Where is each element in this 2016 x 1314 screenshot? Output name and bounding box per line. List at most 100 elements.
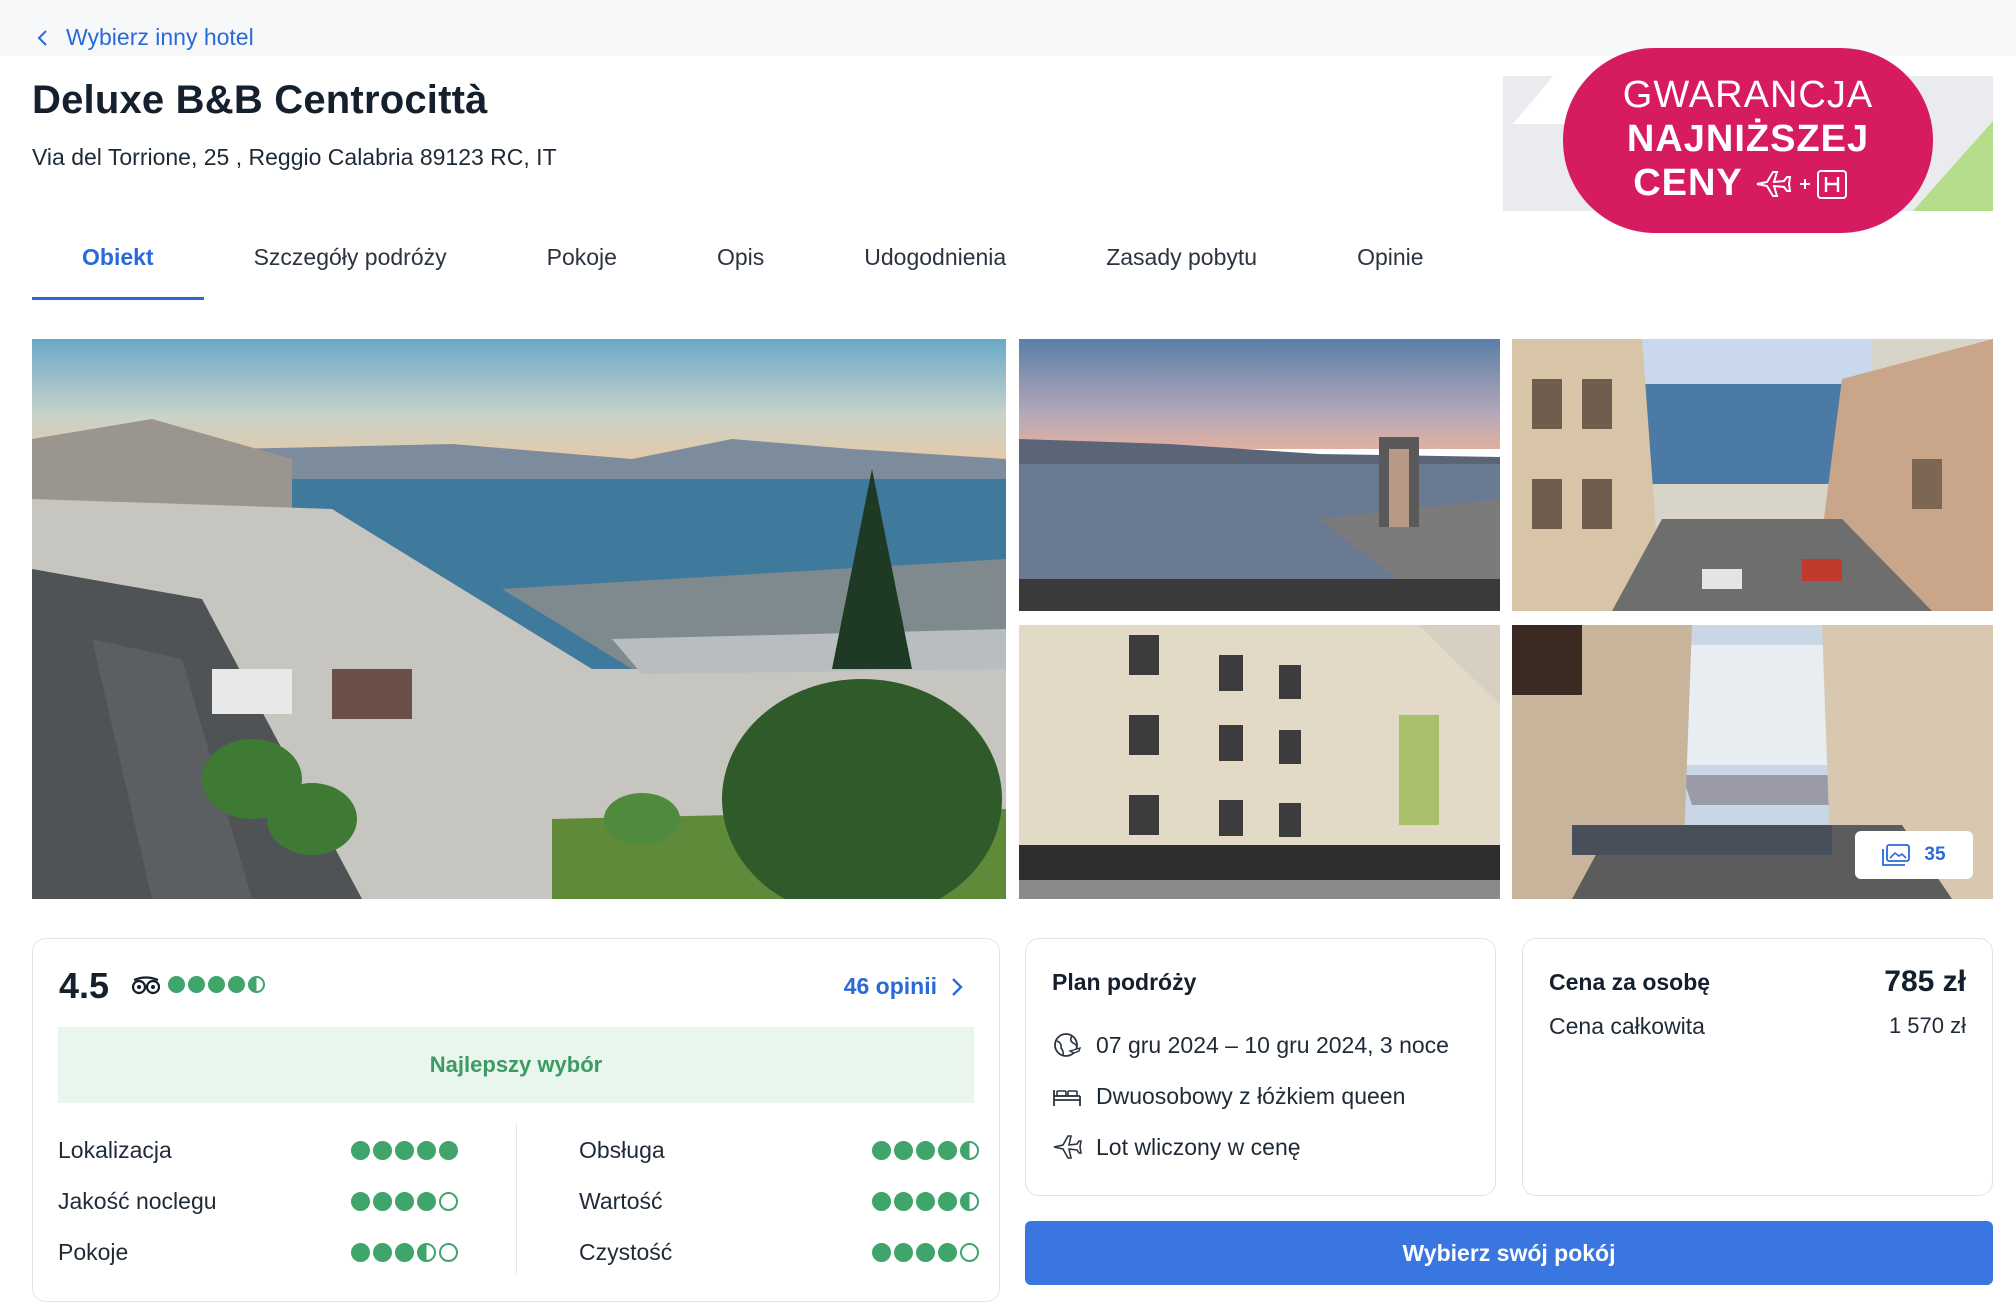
- gallery-photo-3[interactable]: [1512, 339, 1993, 611]
- reviews-link-label: 46 opinii: [843, 973, 937, 999]
- lowest-price-guarantee-badge: GWARANCJA NAJNIŻSZEJ CENY: [1503, 48, 1993, 233]
- rating-bubble-full: [168, 976, 185, 993]
- tripadvisor-icon: [131, 976, 161, 995]
- sub-rating-label: Jakość noclegu: [58, 1188, 217, 1214]
- seaside-monument-image: [1019, 339, 1500, 611]
- rating-bubble-full: [395, 1192, 414, 1211]
- tab-obiekt[interactable]: Obiekt: [32, 230, 204, 300]
- room-type: Dwuosobowy z łóżkiem queen: [1096, 1082, 1406, 1109]
- travel-plan-card: Plan podróży 07 gru 2024 – 10 gru 2024, …: [1025, 938, 1496, 1196]
- bed-icon: [1053, 1090, 1081, 1106]
- gallery-main-photo[interactable]: [32, 339, 1006, 899]
- total-price-label: Cena całkowita: [1549, 1013, 1705, 1039]
- rating-bubble-empty: [439, 1192, 458, 1211]
- seafront-promenade-image: [32, 339, 1006, 899]
- back-to-hotels-link[interactable]: Wybierz inny hotel: [34, 24, 254, 51]
- tab-opinie[interactable]: Opinie: [1307, 230, 1473, 300]
- sub-rating-row: Lokalizacja: [58, 1125, 458, 1176]
- rating-bubble-full: [188, 976, 205, 993]
- rating-bubble-empty: [439, 1243, 458, 1262]
- rating-bubble-full: [417, 1141, 436, 1160]
- sub-ratings-right: Obsługa Wartość Czystość: [579, 1125, 979, 1278]
- tab-zasady-pobytu[interactable]: Zasady pobytu: [1056, 230, 1307, 300]
- travel-dates: 07 gru 2024 – 10 gru 2024, 3 noce: [1096, 1031, 1449, 1058]
- rating-bubble-half: [960, 1192, 979, 1211]
- chevron-left-icon: [37, 29, 47, 46]
- rating-bubble-full: [938, 1141, 957, 1160]
- sub-rating-label: Pokoje: [58, 1239, 129, 1265]
- rating-bubble-full: [872, 1192, 891, 1211]
- rating-bubble-full: [373, 1243, 392, 1262]
- tab-udogodnienia[interactable]: Udogodnienia: [814, 230, 1056, 300]
- sub-rating-row: Wartość: [579, 1176, 979, 1227]
- badge-line-2: NAJNIŻSZEJ: [1626, 118, 1870, 160]
- select-room-button[interactable]: Wybierz swój pokój: [1025, 1221, 1993, 1285]
- chevron-right-icon: [952, 977, 963, 996]
- sub-rating-row: Czystość: [579, 1227, 979, 1278]
- hotel-name: Deluxe B&B Centrocittà: [32, 78, 488, 122]
- sub-rating-bubbles: [351, 1141, 458, 1160]
- sub-rating-label: Lokalizacja: [58, 1137, 172, 1163]
- back-link-label: Wybierz inny hotel: [66, 24, 254, 50]
- gallery-photo-4[interactable]: [1019, 625, 1500, 899]
- sub-ratings-left: Lokalizacja Jakość noclegu Pokoje: [58, 1125, 458, 1278]
- price-per-person-value: 785 zł: [1884, 965, 1966, 998]
- rating-bubble-full: [916, 1192, 935, 1211]
- section-tabs: Obiekt Szczegóły podróży Pokoje Opis Udo…: [32, 230, 1474, 300]
- rating-bubble-full: [894, 1243, 913, 1262]
- photos-icon: [1882, 844, 1911, 866]
- rating-bubble-full: [894, 1192, 913, 1211]
- hotel-address: Via del Torrione, 25 , Reggio Calabria 8…: [32, 144, 557, 170]
- rating-bubble-full: [417, 1192, 436, 1211]
- plane-plus-hotel-icon: [1756, 169, 1847, 199]
- rating-bubble-full: [351, 1141, 370, 1160]
- tab-pokoje[interactable]: Pokoje: [497, 230, 667, 300]
- museum-facade-image: [1019, 625, 1500, 899]
- gallery-photo-5[interactable]: 35: [1512, 625, 1993, 899]
- flight-included-row: Lot wliczony w cenę: [1052, 1133, 1301, 1161]
- badge-line-3: CENY: [1563, 162, 1933, 205]
- price-per-person-label: Cena za osobę: [1549, 969, 1711, 995]
- sub-rating-bubbles: [872, 1192, 979, 1211]
- gallery-photo-2[interactable]: [1019, 339, 1500, 611]
- rating-score: 4.5: [59, 965, 110, 1006]
- rating-bubble-full: [872, 1141, 891, 1160]
- sub-rating-row: Pokoje: [58, 1227, 458, 1278]
- sub-rating-label: Czystość: [579, 1239, 673, 1265]
- rating-bubble-full: [894, 1141, 913, 1160]
- rating-bubble-full: [395, 1141, 414, 1160]
- badge-line-3-text: CENY: [1633, 162, 1743, 204]
- badge-pill: GWARANCJA NAJNIŻSZEJ CENY: [1563, 48, 1933, 233]
- sub-rating-label: Obsługa: [579, 1137, 665, 1163]
- sub-rating-row: Jakość noclegu: [58, 1176, 458, 1227]
- rating-bubble-full: [208, 976, 225, 993]
- badge-line-1: GWARANCJA: [1622, 74, 1874, 116]
- tab-opis[interactable]: Opis: [667, 230, 814, 300]
- sub-rating-label: Wartość: [579, 1188, 663, 1214]
- tab-szczegoly-podrozy[interactable]: Szczegóły podróży: [204, 230, 497, 300]
- sub-ratings-divider: [516, 1123, 517, 1275]
- sub-rating-bubbles: [351, 1192, 458, 1211]
- travel-dates-row: 07 gru 2024 – 10 gru 2024, 3 noce: [1052, 1031, 1449, 1059]
- rating-bubble-full: [395, 1243, 414, 1262]
- travel-plan-title: Plan podróży: [1052, 969, 1197, 995]
- rating-bubble-half: [248, 976, 265, 993]
- rating-card: 4.5 46 opinii Najlepszy wybór Lokalizacj…: [32, 938, 1000, 1302]
- sub-rating-row: Obsługa: [579, 1125, 979, 1176]
- rating-bubble-full: [351, 1243, 370, 1262]
- flight-included: Lot wliczony w cenę: [1096, 1133, 1301, 1160]
- best-choice-badge: Najlepszy wybór: [58, 1027, 974, 1103]
- room-type-row: Dwuosobowy z łóżkiem queen: [1052, 1082, 1405, 1110]
- photo-count-button[interactable]: 35: [1855, 831, 1973, 879]
- reviews-link[interactable]: 46 opinii: [844, 973, 963, 1000]
- rating-bubble-full: [228, 976, 245, 993]
- sub-rating-bubbles: [872, 1243, 979, 1262]
- sub-rating-bubbles: [351, 1243, 458, 1262]
- photo-count: 35: [1924, 844, 1946, 865]
- plane-icon: [1053, 1135, 1082, 1159]
- rating-bubble-full: [916, 1141, 935, 1160]
- price-card: Cena za osobę 785 zł Cena całkowita 1 57…: [1522, 938, 1993, 1196]
- total-price-value: 1 570 zł: [1888, 1013, 1966, 1038]
- rating-bubble-full: [938, 1192, 957, 1211]
- sub-rating-bubbles: [872, 1141, 979, 1160]
